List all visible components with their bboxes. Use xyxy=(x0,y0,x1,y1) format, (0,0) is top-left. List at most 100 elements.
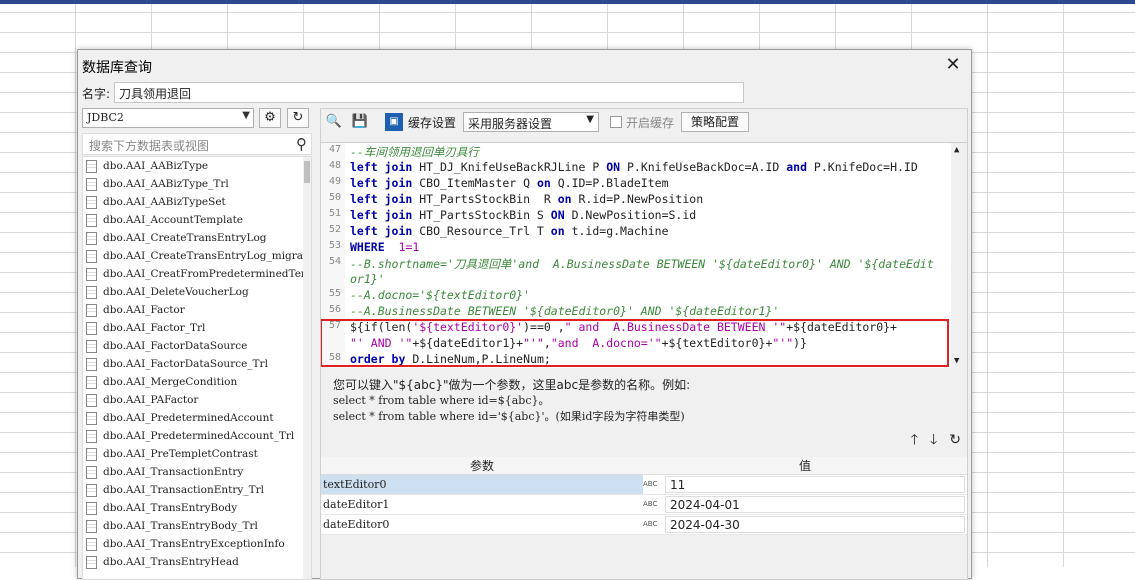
type-icon[interactable]: ABC xyxy=(643,495,665,514)
close-icon[interactable]: ✕ xyxy=(942,54,964,76)
column-header-value: 值 xyxy=(798,459,811,473)
param-value-input[interactable]: 2024-04-01 xyxy=(665,496,965,513)
help-line: 您可以键入"${abc}"做为一个参数，这里abc是参数的名称。例如: xyxy=(333,378,691,392)
search-icon[interactable]: ⚲ xyxy=(296,135,307,153)
table-list-item[interactable]: dbo.AAI_AABizType_Trl xyxy=(83,175,311,193)
table-list: dbo.AAI_AABizType dbo.AAI_AABizType_Trldb… xyxy=(82,156,312,580)
name-label: 名字: xyxy=(82,87,111,101)
parameter-table-header: 参数 值 xyxy=(321,457,967,475)
table-list-item[interactable]: dbo.AAI_TransEntryExceptionInfo xyxy=(83,535,311,553)
sql-editor[interactable]: 47 48 49 50 51 52 53 54 55 56 57 58 --车间… xyxy=(321,142,967,368)
table-icon xyxy=(86,339,97,353)
table-list-item[interactable]: dbo.AAI_CreatFromPredeterminedTem xyxy=(83,265,311,283)
line-number: 51 xyxy=(328,208,341,219)
table-row[interactable]: dateEditor0 ABC 2024-04-30 xyxy=(321,515,967,535)
table-row[interactable]: dateEditor1 ABC 2024-04-01 xyxy=(321,495,967,515)
type-icon[interactable]: ABC xyxy=(643,515,665,534)
table-name: dbo.AAI_TransEntryBody_Trl xyxy=(103,520,258,532)
table-name: dbo.AAI_TransEntryHead xyxy=(103,556,239,568)
table-name: dbo.AAI_CreateTransEntryLog_migra xyxy=(103,250,304,262)
table-list-item[interactable]: dbo.AAI_AABizTypeSet xyxy=(83,193,311,211)
connection-select[interactable]: JDBC2 ▼ xyxy=(82,108,254,128)
table-list-item[interactable]: dbo.AAI_FactorDataSource xyxy=(83,337,311,355)
table-search-input[interactable]: 搜索下方数据表或视图 ⚲ xyxy=(82,133,312,155)
table-list-item[interactable]: dbo.AAI_CreateTransEntryLog_migra xyxy=(83,247,311,265)
table-name: dbo.AAI_AABizType_Trl xyxy=(103,178,229,190)
editor-scrollbar[interactable]: ▲ ▼ xyxy=(951,143,967,368)
param-value-input[interactable]: 11 xyxy=(665,476,965,493)
preview-icon[interactable]: 🔍 xyxy=(325,113,343,131)
chevron-down-icon: ▼ xyxy=(586,114,594,125)
param-value-input[interactable]: 2024-04-30 xyxy=(665,516,965,533)
code-line: --车间领用退回单刃具行 xyxy=(350,145,479,159)
scroll-up-icon[interactable]: ▲ xyxy=(954,145,959,155)
table-name: dbo.AAI_CreateTransEntryLog xyxy=(103,232,267,244)
arrow-up-icon[interactable]: 🡑 xyxy=(911,432,918,448)
help-line: select * from table where id='${abc}'。(如… xyxy=(333,410,685,423)
table-list-item[interactable]: dbo.AAI_AABizType xyxy=(83,157,311,175)
table-list-item[interactable]: dbo.AAI_DeleteVoucherLog xyxy=(83,283,311,301)
parameter-table: 参数 值 textEditor0 ABC 11 dateEditor1 ABC … xyxy=(321,457,967,535)
cache-mode-select[interactable]: 采用服务器设置 ▼ xyxy=(463,112,599,132)
table-list-item[interactable]: dbo.AAI_TransEntryBody xyxy=(83,499,311,517)
table-name: dbo.AAI_PredeterminedAccount_Trl xyxy=(103,430,295,442)
table-icon xyxy=(86,195,97,209)
table-icon xyxy=(86,231,97,245)
param-tools: 🡑 🡓 ↻ xyxy=(899,429,961,453)
type-icon[interactable]: ABC xyxy=(643,475,665,494)
line-number: 47 xyxy=(328,144,341,155)
table-icon xyxy=(86,501,97,515)
table-list-item[interactable]: dbo.AAI_PAFactor xyxy=(83,391,311,409)
save-icon[interactable]: 💾 xyxy=(351,113,369,131)
table-name: dbo.AAI_CreatFromPredeterminedTem xyxy=(103,268,311,280)
table-name: dbo.AAI_TransEntryExceptionInfo xyxy=(103,538,285,550)
table-list-item[interactable]: dbo.AAI_PreTempletContrast xyxy=(83,445,311,463)
table-icon xyxy=(86,519,97,533)
table-name: dbo.AAI_TransactionEntry_Trl xyxy=(103,484,264,496)
cache-settings-icon[interactable]: ▣ xyxy=(385,113,403,131)
connection-value: JDBC2 xyxy=(87,111,124,124)
table-list-item[interactable]: dbo.AAI_FactorDataSource_Trl xyxy=(83,355,311,373)
table-icon xyxy=(86,303,97,317)
code-line: "' AND '"+${dateEditor1}+"'","and A.docn… xyxy=(350,336,808,350)
refresh-icon[interactable]: ↻ xyxy=(949,432,961,448)
table-icon xyxy=(86,447,97,461)
line-number: 55 xyxy=(328,288,341,299)
table-list-item[interactable]: dbo.AAI_Factor xyxy=(83,301,311,319)
table-list-item[interactable]: dbo.AAI_AccountTemplate xyxy=(83,211,311,229)
table-list-item[interactable]: dbo.AAI_TransactionEntry xyxy=(83,463,311,481)
table-list-item[interactable]: dbo.AAI_MergeCondition xyxy=(83,373,311,391)
edit-connection-icon[interactable]: ⚙ xyxy=(259,108,281,128)
table-row[interactable]: textEditor0 ABC 11 xyxy=(321,475,967,495)
table-icon xyxy=(86,249,97,263)
code-line: --A.BusinessDate BETWEEN '${dateEditor0}… xyxy=(350,304,780,318)
chevron-down-icon: ▼ xyxy=(242,110,250,121)
table-name: dbo.AAI_AccountTemplate xyxy=(103,214,244,226)
table-name: dbo.AAI_DeleteVoucherLog xyxy=(103,286,249,298)
table-icon xyxy=(86,483,97,497)
enable-cache-checkbox[interactable] xyxy=(610,116,622,128)
refresh-icon[interactable]: ↻ xyxy=(287,108,309,128)
table-list-item[interactable]: dbo.AAI_PredeterminedAccount xyxy=(83,409,311,427)
code-line: WHERE 1=1 xyxy=(350,240,420,254)
table-name: dbo.AAI_FactorDataSource_Trl xyxy=(103,358,268,370)
scrollbar-thumb[interactable] xyxy=(304,161,310,183)
table-list-item[interactable]: dbo.AAI_TransEntryBody_Trl xyxy=(83,517,311,535)
code-line: left join HT_PartsStockBin R on R.id=P.N… xyxy=(350,192,704,206)
table-list-item[interactable]: dbo.AAI_Factor_Trl xyxy=(83,319,311,337)
arrow-down-icon[interactable]: 🡓 xyxy=(930,432,937,448)
table-icon xyxy=(86,393,97,407)
table-name: dbo.AAI_Factor xyxy=(103,304,185,316)
code-line: left join HT_DJ_KnifeUseBackRJLine P ON … xyxy=(350,160,918,174)
scroll-down-icon[interactable]: ▼ xyxy=(954,356,959,366)
table-list-item[interactable]: dbo.AAI_TransactionEntry_Trl xyxy=(83,481,311,499)
table-list-item[interactable]: dbo.AAI_CreateTransEntryLog xyxy=(83,229,311,247)
table-name: dbo.AAI_AABizType xyxy=(103,160,209,172)
table-icon xyxy=(86,429,97,443)
table-list-item[interactable]: dbo.AAI_PredeterminedAccount_Trl xyxy=(83,427,311,445)
strategy-config-button[interactable]: 策略配置 xyxy=(681,112,749,132)
table-name: dbo.AAI_FactorDataSource xyxy=(103,340,248,352)
name-input[interactable]: 刀具领用退回 xyxy=(114,82,744,103)
table-list-item[interactable]: dbo.AAI_TransEntryHead xyxy=(83,553,311,571)
table-list-scrollbar[interactable] xyxy=(303,157,311,579)
